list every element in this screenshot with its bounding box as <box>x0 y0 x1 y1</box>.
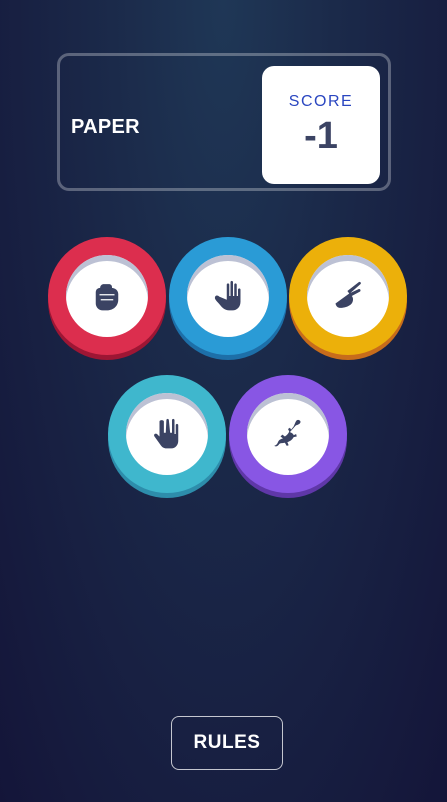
lizard-icon <box>274 419 301 447</box>
paper-inner <box>187 255 269 337</box>
score-value: -1 <box>304 115 338 157</box>
game-title: PAPER <box>71 116 140 138</box>
scissors-button[interactable] <box>289 237 407 355</box>
score-label: SCORE <box>288 93 354 110</box>
rules-button[interactable]: RULES <box>171 716 283 770</box>
fist-icon <box>95 284 119 311</box>
score-box: SCORE -1 <box>262 66 380 184</box>
scissors-inner <box>307 255 389 337</box>
lizard-button[interactable] <box>229 375 347 493</box>
spock-inner <box>126 393 208 475</box>
spock-hand-icon <box>154 418 179 449</box>
score-header: PAPER SCORE -1 <box>57 53 391 191</box>
spock-button[interactable] <box>108 375 226 493</box>
open-hand-icon <box>214 280 241 311</box>
rock-button[interactable] <box>48 237 166 355</box>
paper-button[interactable] <box>169 237 287 355</box>
rock-inner <box>66 255 148 337</box>
lizard-inner <box>247 393 329 475</box>
scissors-hand-icon <box>335 281 361 308</box>
